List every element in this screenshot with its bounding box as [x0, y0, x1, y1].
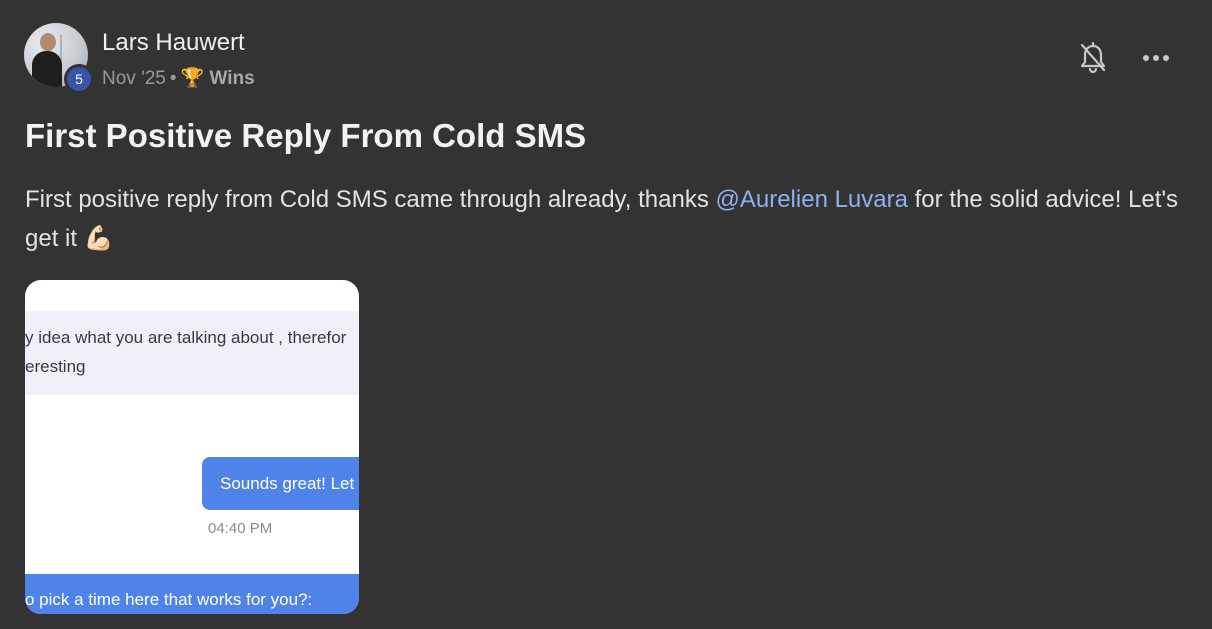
- more-horizontal-icon[interactable]: [1140, 46, 1172, 70]
- outgoing-message-bottom: o pick a time here that works for you?:: [25, 574, 359, 614]
- post-date[interactable]: Nov '25: [102, 68, 166, 89]
- attachment-image[interactable]: y idea what you are talking about , ther…: [25, 280, 359, 614]
- post-meta: Nov '25 • 🏆 Wins: [102, 66, 255, 90]
- level-badge: 5: [64, 64, 94, 94]
- bell-off-icon[interactable]: [1079, 42, 1107, 74]
- incoming-message-line-1: y idea what you are talking about , ther…: [25, 328, 347, 347]
- incoming-message-bubble: [25, 311, 359, 395]
- post-body: First positive reply from Cold SMS came …: [25, 180, 1195, 258]
- author-name[interactable]: Lars Hauwert: [102, 29, 245, 57]
- incoming-message-line-2: eresting: [25, 357, 86, 376]
- avatar-background: [60, 35, 82, 61]
- post-body-text-start: First positive reply from Cold SMS came …: [25, 186, 716, 213]
- avatar-person-body: [32, 51, 62, 87]
- trophy-icon: 🏆: [180, 68, 205, 89]
- outgoing-message-bubble: Sounds great! Let: [202, 457, 359, 510]
- post-title[interactable]: First Positive Reply From Cold SMS: [25, 117, 586, 155]
- message-timestamp: 04:40 PM: [208, 520, 273, 537]
- meta-separator: •: [169, 68, 177, 89]
- user-mention-link[interactable]: @Aurelien Luvara: [716, 186, 908, 213]
- avatar-person-head: [40, 33, 56, 51]
- post-category[interactable]: Wins: [209, 68, 254, 89]
